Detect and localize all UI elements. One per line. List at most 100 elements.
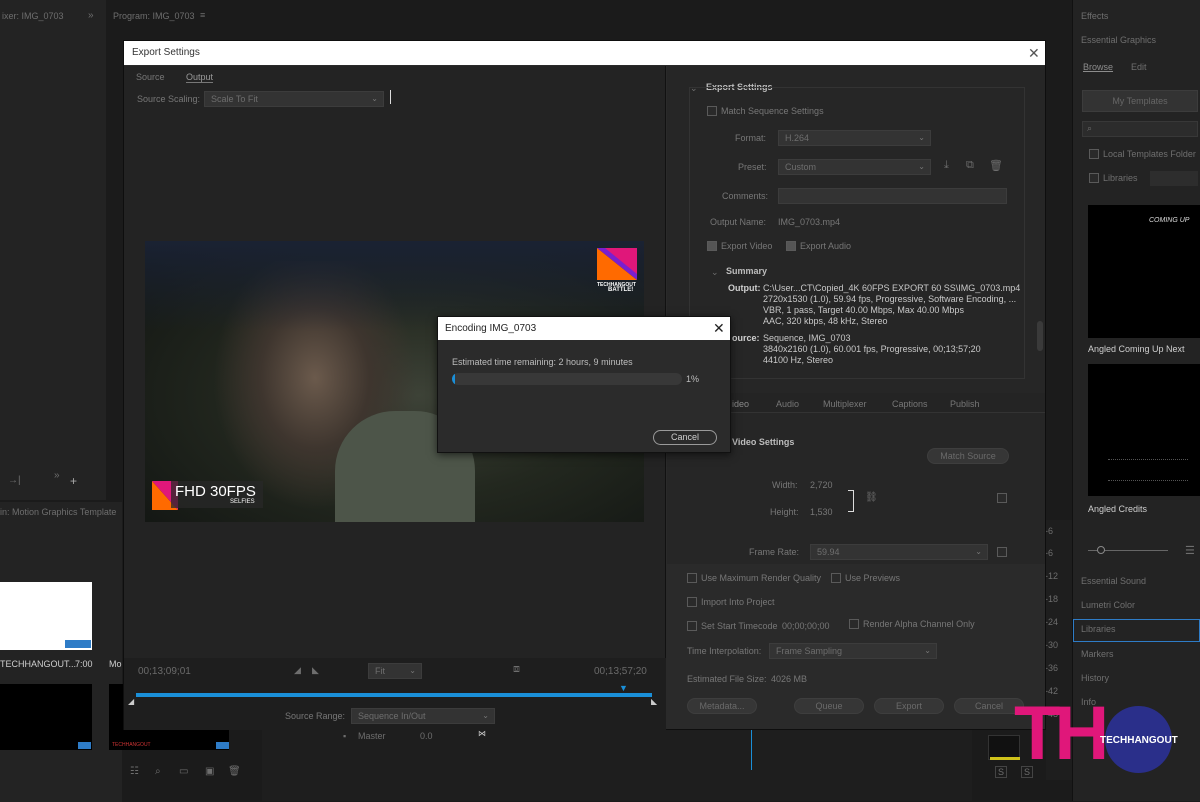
export-range-bar[interactable] bbox=[136, 693, 652, 697]
libraries-dropdown[interactable] bbox=[1150, 171, 1198, 186]
preset-select[interactable]: Custom ⌄ bbox=[778, 159, 931, 175]
max-render-quality-checkbox[interactable] bbox=[687, 573, 697, 583]
program-monitor-tab[interactable]: Program: IMG_0703 bbox=[113, 11, 195, 21]
range-start-handle[interactable]: ◢ bbox=[128, 697, 134, 706]
new-bin-icon[interactable]: ▭ bbox=[179, 766, 188, 777]
panel-markers[interactable]: Markers bbox=[1081, 649, 1114, 659]
tab-output[interactable]: Output bbox=[186, 72, 214, 83]
chevron-down-icon: ⌄ bbox=[482, 711, 489, 720]
solo-button-1[interactable]: S bbox=[995, 766, 1008, 778]
export-video-checkbox[interactable] bbox=[707, 241, 717, 251]
list-view-icon[interactable]: ☰ bbox=[1185, 544, 1195, 557]
aspect-ratio-icon[interactable]: ⧈ bbox=[513, 663, 520, 676]
panel-menu-icon[interactable]: ≡ bbox=[200, 10, 205, 20]
output-name-link[interactable]: IMG_0703.mp4 bbox=[778, 217, 840, 227]
encoding-cancel-button[interactable]: Cancel bbox=[653, 430, 717, 445]
timeline-track-value: 0.0 bbox=[420, 731, 433, 741]
template-search-input[interactable]: ⌕ bbox=[1082, 121, 1198, 137]
panel-history[interactable]: History bbox=[1081, 673, 1109, 683]
width-checkbox[interactable] bbox=[997, 493, 1007, 503]
tab-edit[interactable]: Edit bbox=[1131, 62, 1147, 72]
panel-lumetri-color[interactable]: Lumetri Color bbox=[1081, 600, 1135, 610]
timecode-start[interactable]: 00;13;09;01 bbox=[138, 666, 191, 677]
frame-rate-label: Frame Rate: bbox=[749, 547, 800, 557]
tab-browse[interactable]: Browse bbox=[1083, 62, 1113, 72]
export-button[interactable]: Export bbox=[874, 698, 944, 714]
export-audio-checkbox[interactable] bbox=[786, 241, 796, 251]
slider-handle[interactable] bbox=[1097, 546, 1105, 554]
source-scaling-value: Scale To Fit bbox=[211, 94, 258, 104]
range-end-handle[interactable]: ◣ bbox=[651, 697, 657, 706]
match-source-button[interactable]: Match Source bbox=[927, 448, 1009, 464]
playhead-marker-icon[interactable]: ▼ bbox=[619, 683, 628, 693]
summary-collapse-icon[interactable]: ⌄ bbox=[711, 267, 719, 278]
local-templates-checkbox[interactable] bbox=[1089, 149, 1099, 159]
comments-label: Comments: bbox=[722, 191, 769, 201]
audio-mixer-tab[interactable]: ixer: IMG_0703 bbox=[2, 11, 64, 21]
queue-button[interactable]: Queue bbox=[794, 698, 864, 714]
height-value[interactable]: 1,530 bbox=[810, 507, 833, 517]
match-sequence-checkbox[interactable] bbox=[707, 106, 717, 116]
source-range-select[interactable]: Sequence In/Out ⌄ bbox=[351, 708, 495, 724]
panel-overflow-icon[interactable]: » bbox=[88, 10, 94, 21]
comments-input[interactable] bbox=[778, 188, 1007, 204]
close-icon[interactable]: ✕ bbox=[1028, 46, 1040, 60]
set-start-timecode-checkbox[interactable] bbox=[687, 621, 697, 631]
fit-select[interactable]: Fit ⌄ bbox=[368, 663, 422, 679]
template-thumbnail-credits[interactable] bbox=[1088, 364, 1200, 496]
clip-thumbnail-black[interactable] bbox=[0, 684, 92, 750]
project-panel-tab[interactable]: in: Motion Graphics Template bbox=[0, 507, 116, 517]
playhead-line[interactable] bbox=[751, 730, 752, 770]
export-frame-icon[interactable]: →| bbox=[8, 475, 21, 486]
panel-libraries[interactable]: Libraries bbox=[1081, 624, 1116, 634]
meter-level-0: -6 bbox=[1045, 526, 1054, 536]
delete-preset-icon[interactable]: 🗑 bbox=[989, 159, 1003, 172]
estimated-size-label: Estimated File Size: bbox=[687, 674, 767, 684]
set-in-point-icon[interactable]: ◢ bbox=[294, 665, 301, 676]
fhd-badge-text: FHD 30FPS bbox=[175, 483, 256, 500]
width-label: Width: bbox=[772, 480, 798, 490]
tab-video[interactable]: ideo bbox=[732, 399, 749, 409]
libraries-checkbox[interactable] bbox=[1089, 173, 1099, 183]
essential-graphics-title: Essential Graphics bbox=[1081, 35, 1157, 45]
clip-name: TECHHANGOUT... bbox=[0, 659, 77, 669]
settings-scrollbar[interactable] bbox=[1037, 321, 1043, 351]
new-item-icon[interactable]: ▣ bbox=[205, 766, 214, 777]
template-thumbnail-coming-up[interactable]: COMING UP bbox=[1088, 205, 1200, 338]
trash-icon[interactable]: 🗑 bbox=[228, 766, 241, 777]
close-icon[interactable]: ✕ bbox=[713, 321, 725, 335]
metadata-button[interactable]: Metadata... bbox=[687, 698, 757, 714]
tab-source[interactable]: Source bbox=[136, 72, 165, 82]
start-timecode-value[interactable]: 00;00;00;00 bbox=[782, 621, 830, 631]
search-icon[interactable]: ⌕ bbox=[155, 766, 161, 777]
clip-thumb-label: TECHHANGOUT bbox=[112, 742, 151, 748]
effects-tab[interactable]: Effects bbox=[1081, 11, 1108, 21]
keyframe-icon[interactable]: ⋈ bbox=[478, 729, 486, 738]
timecode-end[interactable]: 00;13;57;20 bbox=[594, 666, 647, 677]
list-view-icon[interactable]: ☷ bbox=[130, 766, 139, 777]
tab-audio[interactable]: Audio bbox=[776, 399, 799, 409]
render-alpha-checkbox[interactable] bbox=[849, 619, 859, 629]
save-preset-icon[interactable]: ⤓ bbox=[944, 159, 949, 172]
frame-rate-select[interactable]: 59.94 ⌄ bbox=[810, 544, 988, 560]
width-value[interactable]: 2,720 bbox=[810, 480, 833, 490]
source-scaling-select[interactable]: Scale To Fit ⌄ bbox=[204, 91, 384, 107]
add-button-icon[interactable]: + bbox=[70, 474, 77, 488]
tab-captions[interactable]: Captions bbox=[892, 399, 928, 409]
tab-publish[interactable]: Publish bbox=[950, 399, 980, 409]
import-into-project-checkbox[interactable] bbox=[687, 597, 697, 607]
my-templates-dropdown[interactable]: My Templates bbox=[1082, 90, 1198, 112]
timeline-track-label: Master bbox=[358, 731, 386, 741]
use-previews-checkbox[interactable] bbox=[831, 573, 841, 583]
encoding-progress-bar bbox=[452, 373, 682, 385]
import-preset-icon[interactable]: ⧉ bbox=[966, 159, 974, 172]
time-interpolation-select[interactable]: Frame Sampling ⌄ bbox=[769, 643, 937, 659]
tab-multiplexer[interactable]: Multiplexer bbox=[823, 399, 867, 409]
set-out-point-icon[interactable]: ◣ bbox=[312, 665, 319, 676]
panel-essential-sound[interactable]: Essential Sound bbox=[1081, 576, 1146, 586]
lock-icon[interactable]: ▪ bbox=[343, 731, 346, 741]
frame-rate-checkbox[interactable] bbox=[997, 547, 1007, 557]
link-icon[interactable]: ⛓ bbox=[865, 492, 878, 503]
format-select[interactable]: H.264 ⌄ bbox=[778, 130, 931, 146]
panel-more-icon[interactable]: » bbox=[54, 470, 60, 481]
